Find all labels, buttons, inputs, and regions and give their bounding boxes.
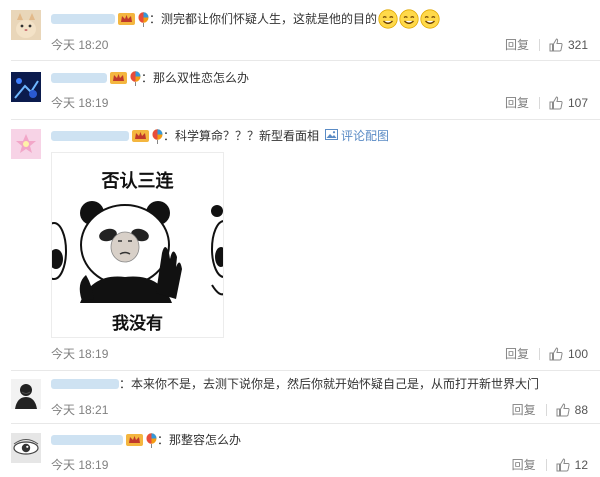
smile-emoji-icon <box>399 9 419 29</box>
view-image-label[interactable]: 评论配图 <box>341 127 389 145</box>
comment-text: ：那么双性恋怎么办 <box>141 71 250 85</box>
comment-time: 今天 18:21 <box>51 403 109 417</box>
thumbs-up-icon[interactable] <box>549 96 563 110</box>
username-blurred[interactable] <box>51 73 107 83</box>
comment-divider <box>11 423 600 424</box>
action-divider <box>545 459 547 471</box>
meme-caption-bottom: 我没有 <box>112 314 163 334</box>
action-divider <box>538 39 540 51</box>
comment-time: 今天 18:19 <box>51 458 109 472</box>
balloon-badge-icon[interactable] <box>130 70 141 86</box>
reply-button[interactable]: 回复 <box>505 95 529 111</box>
thumbs-up-icon[interactable] <box>549 347 563 361</box>
username-blurred[interactable] <box>51 14 115 24</box>
comment-item: ：测完都让你们怀疑人生，这就是他的目的 今天 18:20 回复 321 <box>0 0 600 62</box>
image-icon <box>325 127 339 145</box>
thumbs-up-icon[interactable] <box>556 403 570 417</box>
comment-item: ：那整容怎么办 今天 18:19 回复 12 <box>0 425 600 477</box>
comment-item: ：那么双性恋怎么办 今天 18:19 回复 107 <box>0 62 600 120</box>
comment-time: 今天 18:20 <box>51 38 109 52</box>
action-divider <box>538 348 540 360</box>
comment-text: ：本来你不是，去测下说你是，然后你就开始怀疑自己是，从而打开新世界大门 <box>119 377 540 391</box>
smile-emoji-icon <box>378 9 398 29</box>
comment-time: 今天 18:19 <box>51 347 109 361</box>
reply-button[interactable]: 回复 <box>512 457 536 473</box>
comment-time: 今天 18:19 <box>51 96 109 110</box>
comment-divider <box>11 60 600 61</box>
reply-button[interactable]: 回复 <box>505 37 529 53</box>
like-count: 12 <box>574 458 588 472</box>
crown-badge-icon[interactable] <box>132 129 149 143</box>
avatar[interactable] <box>11 129 41 159</box>
balloon-badge-icon[interactable] <box>146 432 157 448</box>
reply-button[interactable]: 回复 <box>512 402 536 418</box>
like-count: 88 <box>574 403 588 417</box>
comment-text: ：那整容怎么办 <box>157 433 242 447</box>
username-blurred[interactable] <box>51 435 123 445</box>
smile-emoji-icon <box>420 9 440 29</box>
crown-badge-icon[interactable] <box>110 71 127 85</box>
thumbs-up-icon[interactable] <box>549 38 563 52</box>
comment-text: ：科学算命？？？新型看面相 <box>163 129 320 143</box>
comment-text: ：测完都让你们怀疑人生，这就是他的目的 <box>149 12 378 26</box>
avatar[interactable] <box>11 379 41 409</box>
meme-caption-top: 否认三连 <box>101 171 174 192</box>
balloon-badge-icon[interactable] <box>152 128 163 144</box>
crown-badge-icon[interactable] <box>118 12 135 26</box>
view-image-link[interactable]: 评论配图 <box>325 127 389 145</box>
avatar[interactable] <box>11 72 41 102</box>
avatar[interactable] <box>11 10 41 40</box>
avatar[interactable] <box>11 433 41 463</box>
comment-item: ：本来你不是，去测下说你是，然后你就开始怀疑自己是，从而打开新世界大门 今天 1… <box>0 371 600 425</box>
crown-badge-icon[interactable] <box>126 433 143 447</box>
reply-button[interactable]: 回复 <box>505 346 529 362</box>
action-divider <box>545 404 547 416</box>
like-count: 321 <box>567 38 588 52</box>
thumbs-up-icon[interactable] <box>556 458 570 472</box>
username-blurred[interactable] <box>51 131 129 141</box>
username-blurred[interactable] <box>51 379 119 389</box>
action-divider <box>538 97 540 109</box>
like-count: 100 <box>567 347 588 361</box>
comment-image[interactable]: 否认三连 我没有 <box>51 152 224 338</box>
like-count: 107 <box>567 96 588 110</box>
balloon-badge-icon[interactable] <box>138 11 149 27</box>
